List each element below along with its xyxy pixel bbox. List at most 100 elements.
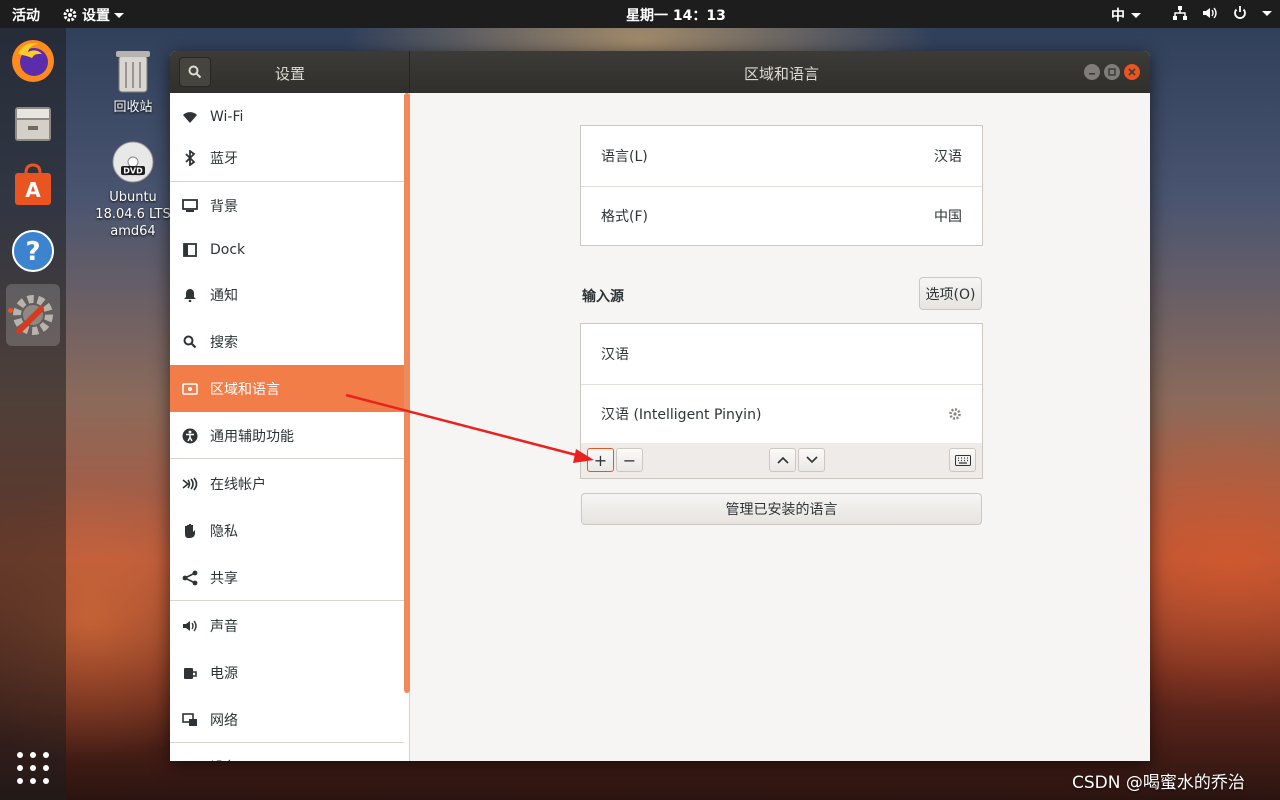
system-status-menu[interactable] xyxy=(1172,5,1272,21)
sidebar-item-label: Wi-Fi xyxy=(210,108,244,125)
trash-icon xyxy=(116,51,150,93)
settings-sidebar: Wi-Fi 蓝牙 背景 Dock 通知 搜索 区域和语言 通用辅助功能 在线帐户… xyxy=(170,93,410,761)
search-icon xyxy=(188,65,202,79)
sidebar-item-devices[interactable]: 设备 xyxy=(170,743,404,761)
page-title: 区域和语言 xyxy=(744,65,820,83)
sidebar-item-label: 区域和语言 xyxy=(210,381,280,398)
sidebar-item-notifications[interactable]: 通知 xyxy=(170,271,404,318)
power-icon xyxy=(1234,6,1246,19)
dock-icon xyxy=(183,242,197,257)
sidebar-item-online-accounts[interactable]: 在线帐户 xyxy=(170,460,404,507)
keyboard-layout-button[interactable] xyxy=(949,448,976,472)
close-button[interactable] xyxy=(1124,64,1140,80)
sidebar-item-network[interactable]: 网络 xyxy=(170,696,404,743)
show-applications-button[interactable] xyxy=(16,751,50,785)
power-icon xyxy=(184,667,197,679)
sidebar-item-region-language[interactable]: 区域和语言 xyxy=(170,365,404,412)
minimize-icon xyxy=(1089,73,1095,75)
gear-icon[interactable] xyxy=(948,407,962,421)
settings-launcher[interactable] xyxy=(6,284,60,346)
search-button[interactable] xyxy=(179,57,211,87)
sidebar-item-accessibility[interactable]: 通用辅助功能 xyxy=(170,412,404,459)
region-settings-list: 语言(L) 汉语 格式(F) 中国 xyxy=(580,125,983,246)
hand-icon xyxy=(185,523,195,538)
sidebar-item-label: 隐私 xyxy=(210,523,238,540)
running-indicator xyxy=(8,308,13,313)
sidebar-scrollbar[interactable] xyxy=(404,93,410,693)
files-launcher[interactable] xyxy=(6,96,60,150)
search-icon xyxy=(183,335,197,348)
online-accounts-icon xyxy=(182,476,198,491)
chevron-down-icon xyxy=(1131,12,1141,18)
firefox-icon xyxy=(12,40,54,82)
sidebar-header: 设置 xyxy=(170,51,410,93)
sidebar-item-dock[interactable]: Dock xyxy=(170,226,404,273)
sidebar-item-label: 通知 xyxy=(210,287,238,304)
trash-desktop-icon[interactable]: 回收站 xyxy=(96,46,170,116)
sidebar-item-label: 电源 xyxy=(210,665,238,682)
move-up-button[interactable] xyxy=(769,448,796,472)
firefox-launcher[interactable] xyxy=(6,34,60,88)
keyboard-icon xyxy=(954,454,971,466)
network-icon xyxy=(182,712,197,726)
wifi-icon xyxy=(183,111,197,123)
sidebar-item-sharing[interactable]: 共享 xyxy=(170,554,404,601)
maximize-icon xyxy=(1108,68,1116,76)
input-sources-toolbar: + − xyxy=(580,443,983,479)
sidebar-item-sound[interactable]: 声音 xyxy=(170,602,404,649)
accessibility-icon xyxy=(182,428,198,443)
manage-languages-button[interactable]: 管理已安装的语言 xyxy=(581,493,982,525)
input-source-label: 汉语 (Intelligent Pinyin) xyxy=(601,407,762,423)
chevron-down-icon xyxy=(805,456,818,464)
sidebar-item-label: 共享 xyxy=(210,570,238,587)
network-icon xyxy=(1173,6,1187,20)
dvd-desktop-icon[interactable]: DVD Ubuntu 18.04.6 LTS amd64 xyxy=(94,140,172,240)
help-launcher[interactable]: ? xyxy=(6,224,60,278)
input-source-row[interactable]: 汉语 xyxy=(581,324,982,384)
app-menu[interactable]: 设置 xyxy=(62,5,124,25)
dvd-label-line3: amd64 xyxy=(110,224,156,239)
volume-icon xyxy=(1203,7,1217,19)
sidebar-item-wifi[interactable]: Wi-Fi xyxy=(170,93,404,140)
background-icon xyxy=(182,198,198,212)
chevron-up-icon xyxy=(776,456,789,464)
sidebar-item-background[interactable]: 背景 xyxy=(170,182,404,229)
chevron-down-icon xyxy=(114,12,124,18)
sidebar-item-label: 蓝牙 xyxy=(210,150,238,167)
sidebar-item-label: Dock xyxy=(210,241,246,258)
language-row[interactable]: 语言(L) 汉语 xyxy=(581,126,982,186)
software-launcher[interactable]: A xyxy=(6,158,60,212)
sidebar-title: 设置 xyxy=(275,65,306,83)
sidebar-item-search[interactable]: 搜索 xyxy=(170,318,404,365)
options-button[interactable]: 选项(O) xyxy=(919,277,982,310)
chevron-down-icon xyxy=(1262,10,1272,16)
maximize-button[interactable] xyxy=(1104,64,1120,80)
dvd-icon: DVD xyxy=(112,141,154,183)
formats-row[interactable]: 格式(F) 中国 xyxy=(581,186,982,246)
input-sources-list: 汉语 汉语 (Intelligent Pinyin) xyxy=(580,323,983,444)
sidebar-item-privacy[interactable]: 隐私 xyxy=(170,507,404,554)
add-input-source-button[interactable]: + xyxy=(587,448,614,472)
files-icon xyxy=(15,107,51,141)
speaker-icon xyxy=(183,620,197,631)
input-method-label: 中 xyxy=(1111,8,1125,24)
input-source-row[interactable]: 汉语 (Intelligent Pinyin) xyxy=(581,384,982,444)
svg-text:DVD: DVD xyxy=(123,167,143,176)
top-bar: 活动 设置 星期一 14：13 中 xyxy=(0,0,1280,28)
clock[interactable]: 星期一 14：13 xyxy=(626,5,726,25)
sidebar-item-bluetooth[interactable]: 蓝牙 xyxy=(170,134,404,181)
sidebar-item-power[interactable]: 电源 xyxy=(170,649,404,696)
dock: A ? xyxy=(0,28,66,800)
sidebar-item-label: 在线帐户 xyxy=(210,476,266,493)
watermark: CSDN @喝蜜水的乔治 xyxy=(1072,773,1245,793)
input-method-indicator[interactable]: 中 xyxy=(1111,5,1141,25)
formats-value: 中国 xyxy=(934,209,962,225)
move-down-button[interactable] xyxy=(798,448,825,472)
activities-button[interactable]: 活动 xyxy=(12,5,40,25)
language-value: 汉语 xyxy=(934,149,962,165)
sidebar-item-label: 网络 xyxy=(210,712,238,729)
remove-input-source-button[interactable]: − xyxy=(616,448,643,472)
minimize-button[interactable] xyxy=(1084,64,1100,80)
flag-icon xyxy=(182,382,198,395)
dvd-label-line1: Ubuntu xyxy=(109,190,157,205)
